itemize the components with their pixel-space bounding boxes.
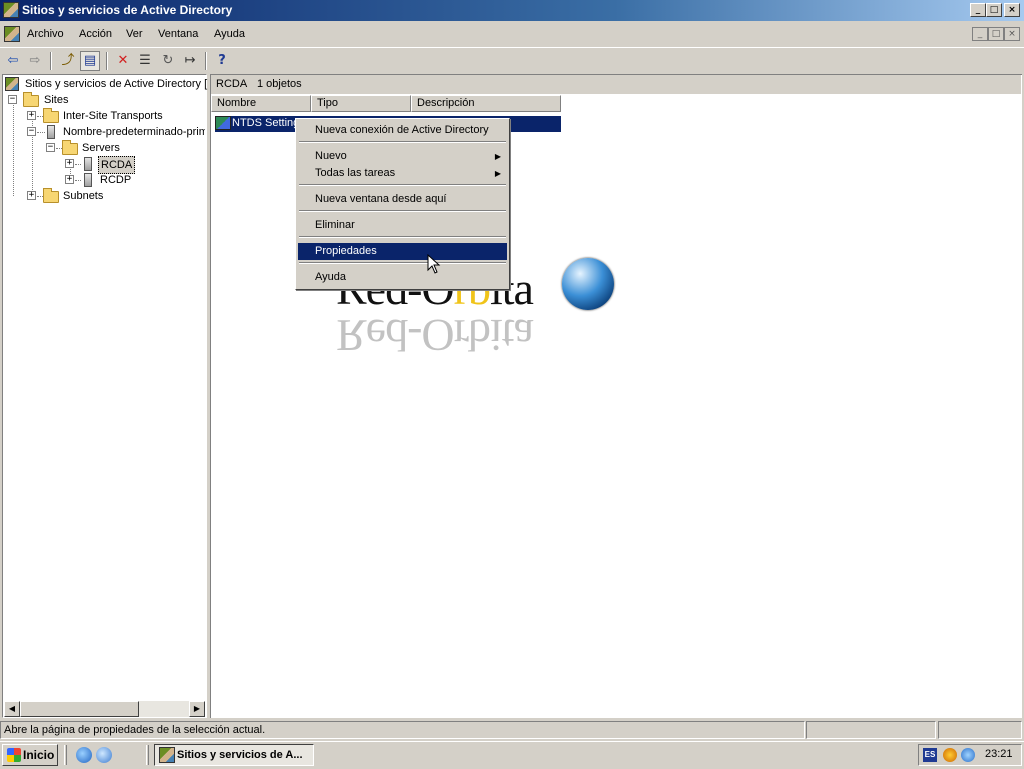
export-list-icon[interactable]: ↦ [180, 51, 200, 71]
child-close-button[interactable]: × [1004, 27, 1020, 41]
start-button[interactable]: Inicio [2, 744, 58, 766]
window-title: Sitios y servicios de Active Directory [22, 3, 233, 17]
clock[interactable]: 23:21 [985, 748, 1013, 760]
mmc-document-icon[interactable] [4, 26, 20, 42]
expand-icon[interactable]: + [27, 191, 36, 200]
mouse-cursor-icon [427, 254, 441, 274]
outlook-express-icon[interactable] [96, 747, 112, 763]
menu-accion[interactable]: Acción [79, 28, 112, 40]
expand-icon[interactable]: + [65, 159, 74, 168]
tree-node-sites[interactable]: − Sites [3, 92, 203, 108]
scroll-thumb[interactable] [20, 701, 139, 717]
menu-item-propiedades[interactable]: Propiedades [298, 243, 507, 260]
expand-icon[interactable]: + [27, 111, 36, 120]
internet-explorer-icon[interactable] [76, 747, 92, 763]
tree-node-rcda[interactable]: + RCDA [3, 156, 203, 174]
tree-label-servers: Servers [82, 142, 120, 154]
maximize-button[interactable]: □ [986, 3, 1002, 17]
app-icon [159, 747, 175, 763]
ad-sites-icon [5, 77, 19, 91]
show-tree-icon[interactable]: ▤ [80, 51, 100, 71]
toolbar: ⇦ ⇨ ⤴ ▤ ✕ ☰ ↻ ↦ ? [0, 47, 1024, 73]
menu-ver[interactable]: Ver [126, 28, 143, 40]
details-object-count: 1 objetos [257, 78, 302, 90]
menu-bar: Archivo Acción Ver Ventana Ayuda _ □ × [0, 24, 1024, 46]
details-title: RCDA [216, 78, 248, 90]
forward-icon[interactable]: ⇨ [25, 51, 45, 71]
system-tray: ES 23:21 [918, 744, 1022, 766]
tree-label-rcdp: RCDP [100, 174, 132, 186]
taskbar-window-button[interactable]: Sitios y servicios de A... [154, 744, 314, 766]
folder-icon [43, 188, 59, 203]
tree-label-sites: Sites [44, 94, 69, 106]
server-icon [84, 173, 92, 187]
watermark-reflection: Red-Orbita [336, 310, 533, 361]
menu-item-nueva-conexion[interactable]: Nueva conexión de Active Directory [298, 122, 507, 139]
properties-icon[interactable]: ☰ [135, 51, 155, 71]
app-icon[interactable] [3, 2, 19, 18]
column-header-nombre[interactable]: Nombre [211, 95, 311, 112]
status-bar: Abre la página de propiedades de la sele… [0, 720, 1024, 739]
taskbar: Inicio Sitios y servicios de A... ES 23:… [0, 741, 1024, 769]
windows-logo-icon [7, 748, 21, 762]
child-minimize-button[interactable]: _ [972, 27, 988, 41]
tree-node-servers[interactable]: − Servers [3, 140, 203, 156]
server-icon [84, 157, 92, 171]
collapse-icon[interactable]: − [27, 127, 36, 136]
tree-node-inter-site-transports[interactable]: + Inter-Site Transports [3, 108, 203, 124]
menu-archivo[interactable]: Archivo [27, 28, 64, 40]
back-icon[interactable]: ⇦ [3, 51, 23, 71]
collapse-icon[interactable]: − [46, 143, 55, 152]
status-message: Abre la página de propiedades de la sele… [0, 721, 805, 739]
minimize-button[interactable]: _ [970, 3, 986, 17]
scroll-left-button[interactable]: ◀ [4, 701, 20, 717]
tree-node-subnets[interactable]: + Subnets [3, 188, 203, 204]
globe-icon [562, 258, 614, 310]
submenu-arrow-icon: ▶ [494, 152, 501, 161]
tree-horizontal-scrollbar[interactable]: ◀ ▶ [4, 701, 205, 717]
menu-item-todas-las-tareas[interactable]: Todas las tareas ▶ [298, 165, 507, 182]
tree-node-rcdp[interactable]: + RCDP [3, 172, 203, 188]
child-restore-button[interactable]: □ [988, 27, 1004, 41]
status-panel-2 [806, 721, 936, 739]
menu-item-eliminar[interactable]: Eliminar [298, 217, 507, 234]
menu-ventana[interactable]: Ventana [158, 28, 198, 40]
network-icon[interactable] [943, 748, 957, 762]
tree-pane[interactable]: Sitios y servicios de Active Directory [… [2, 74, 207, 718]
folder-icon [62, 140, 78, 155]
close-button[interactable]: × [1004, 3, 1020, 17]
tree-label-inter-site: Inter-Site Transports [63, 110, 163, 122]
row-name: NTDS Settings [232, 117, 305, 129]
ntds-settings-icon [215, 116, 231, 130]
status-panel-3 [938, 721, 1022, 739]
refresh-icon[interactable]: ↻ [158, 51, 178, 71]
up-folder-icon[interactable]: ⤴ [58, 51, 78, 71]
column-header-descripcion[interactable]: Descripción [411, 95, 561, 112]
column-header-tipo[interactable]: Tipo [311, 95, 411, 112]
scroll-right-button[interactable]: ▶ [189, 701, 205, 717]
tree-label-subnets: Subnets [63, 190, 104, 202]
language-indicator[interactable]: ES [923, 748, 937, 762]
tree-label-default-site: Nombre-predeterminado-prim [63, 126, 205, 138]
expand-icon[interactable]: + [65, 175, 74, 184]
tree-root-label: Sitios y servicios de Active Directory [ [25, 78, 208, 90]
collapse-icon[interactable]: − [8, 95, 17, 104]
folder-icon [23, 92, 39, 107]
tree-node-default-site[interactable]: − Nombre-predeterminado-prim [3, 124, 205, 140]
menu-item-nuevo[interactable]: Nuevo ▶ [298, 148, 507, 165]
title-bar[interactable]: Sitios y servicios de Active Directory _… [0, 0, 1024, 21]
details-header: RCDA 1 objetos [211, 75, 1021, 94]
help-icon[interactable]: ? [212, 51, 232, 71]
folder-icon [43, 108, 59, 123]
menu-item-nueva-ventana[interactable]: Nueva ventana desde aquí [298, 191, 507, 208]
context-menu: Nueva conexión de Active Directory Nuevo… [295, 118, 510, 290]
menu-item-ayuda[interactable]: Ayuda [298, 269, 507, 286]
security-icon[interactable] [961, 748, 975, 762]
delete-icon[interactable]: ✕ [113, 51, 133, 71]
menu-ayuda[interactable]: Ayuda [214, 28, 245, 40]
site-icon [47, 125, 55, 139]
submenu-arrow-icon: ▶ [494, 169, 501, 178]
